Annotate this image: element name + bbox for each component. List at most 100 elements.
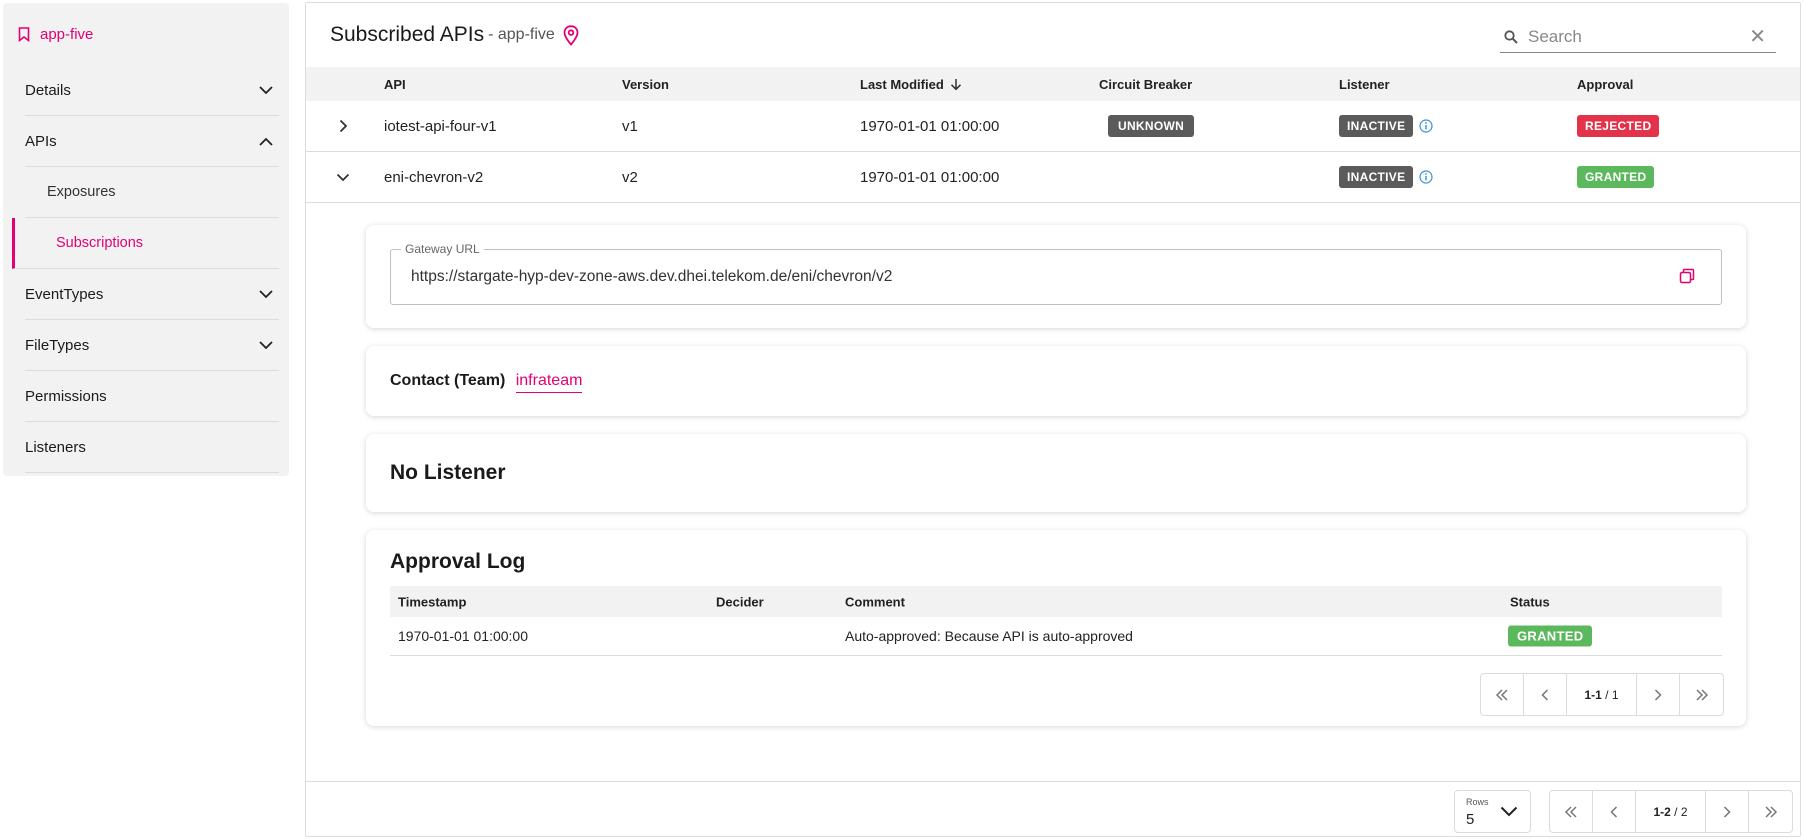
next-page-button[interactable]: [1637, 674, 1680, 715]
double-chevron-left-icon: [1564, 805, 1577, 818]
gateway-url-field[interactable]: Gateway URL https://stargate-hyp-dev-zon…: [390, 242, 1722, 305]
prev-page-button[interactable]: [1524, 674, 1567, 715]
contact-card: Contact (Team) infrateam: [366, 346, 1746, 416]
rows-per-page-select[interactable]: Rows 5: [1454, 790, 1531, 833]
prev-page-button[interactable]: [1593, 791, 1636, 832]
page-header: Subscribed APIs - app-five Search ✕: [306, 3, 1800, 67]
table-row[interactable]: iotest-api-four-v1 v1 1970-01-01 01:00:0…: [306, 101, 1800, 152]
col-timestamp: Timestamp: [398, 594, 467, 609]
chevron-left-icon: [1541, 688, 1549, 701]
collapse-row-icon[interactable]: [336, 170, 350, 184]
page-indicator: 1-2 / 2: [1636, 791, 1706, 832]
col-circuit-breaker[interactable]: Circuit Breaker: [1099, 77, 1192, 92]
sidebar-item-label: EventTypes: [25, 285, 104, 303]
contact-label: Contact (Team): [390, 372, 506, 389]
chevron-right-icon: [1654, 688, 1662, 701]
sidebar-item-label: Exposures: [47, 184, 116, 200]
sidebar-item-filetypes[interactable]: FileTypes: [25, 320, 279, 371]
last-page-button[interactable]: [1749, 791, 1792, 832]
clear-search-icon[interactable]: ✕: [1749, 24, 1766, 49]
sidebar-item-subscriptions[interactable]: Subscriptions: [12, 218, 279, 269]
table-row[interactable]: eni-chevron-v2 v2 1970-01-01 01:00:00 IN…: [306, 152, 1800, 203]
search-input[interactable]: Search: [1528, 27, 1749, 47]
sidebar-item-label: Listeners: [25, 438, 86, 456]
sidebar-item-label: Permissions: [25, 387, 107, 405]
info-icon[interactable]: [1419, 170, 1434, 184]
rows-label: Rows: [1466, 797, 1489, 807]
col-api[interactable]: API: [384, 77, 406, 92]
search-field[interactable]: Search ✕: [1500, 21, 1776, 53]
table-header: API Version Last Modified Circuit Breake…: [306, 67, 1800, 101]
approval-log-header: Timestamp Decider Comment Status: [390, 586, 1722, 617]
copy-icon[interactable]: [1679, 268, 1695, 284]
approval-log-row: 1970-01-01 01:00:00 Auto-approved: Becau…: [390, 617, 1722, 656]
col-last-modified-label: Last Modified: [860, 76, 944, 92]
main-panel: Subscribed APIs - app-five Search ✕ API …: [305, 2, 1801, 837]
sidebar-item-permissions[interactable]: Permissions: [25, 371, 279, 422]
last-page-button[interactable]: [1680, 674, 1723, 715]
search-icon: [1504, 29, 1518, 44]
app-link[interactable]: app-five: [3, 3, 289, 65]
page-total: 1: [1611, 687, 1619, 702]
sidebar-item-label: Details: [25, 81, 71, 99]
col-approval[interactable]: Approval: [1577, 77, 1633, 92]
next-page-button[interactable]: [1706, 791, 1749, 832]
arrow-down-icon: [950, 78, 961, 90]
page-current: 1-2: [1653, 804, 1671, 819]
sidebar-item-label: APIs: [25, 132, 57, 150]
location-pin-icon[interactable]: [563, 24, 579, 46]
log-timestamp: 1970-01-01 01:00:00: [398, 628, 528, 644]
col-decider: Decider: [716, 594, 764, 609]
approval-log-heading: Approval Log: [390, 550, 526, 573]
gateway-card: Gateway URL https://stargate-hyp-dev-zon…: [366, 225, 1746, 328]
chevron-up-icon: [259, 137, 273, 146]
col-last-modified[interactable]: Last Modified: [860, 77, 962, 92]
chevron-down-icon: [259, 85, 273, 94]
sidebar-item-eventtypes[interactable]: EventTypes: [25, 269, 279, 320]
expand-row-icon[interactable]: [336, 119, 350, 133]
page-indicator: 1-1 / 1: [1567, 674, 1637, 715]
listener-card: No Listener: [366, 434, 1746, 512]
rows-value: 5: [1466, 811, 1475, 828]
double-chevron-left-icon: [1495, 688, 1508, 701]
table-footer: Rows 5 1-2 / 2: [306, 781, 1800, 836]
sidebar-item-details[interactable]: Details: [25, 65, 279, 116]
page-title: Subscribed APIs: [330, 23, 485, 46]
cell-version: v1: [622, 117, 638, 135]
approval-badge: REJECTED: [1577, 115, 1660, 137]
bookmark-icon: [18, 26, 30, 42]
chevron-down-icon: [259, 340, 273, 349]
listener-badge: INACTIVE: [1339, 166, 1414, 188]
page-current: 1-1: [1584, 687, 1602, 702]
chevron-right-icon: [1723, 805, 1731, 818]
table-pagination: 1-2 / 2: [1549, 790, 1793, 833]
chevron-left-icon: [1610, 805, 1618, 818]
double-chevron-right-icon: [1695, 688, 1708, 701]
page-total: 2: [1680, 804, 1688, 819]
sidebar-item-exposures[interactable]: Exposures: [25, 167, 279, 218]
col-status: Status: [1510, 594, 1550, 609]
first-page-button[interactable]: [1550, 791, 1593, 832]
gateway-url-value[interactable]: https://stargate-hyp-dev-zone-aws.dev.dh…: [411, 268, 892, 286]
page-subtitle: - app-five: [488, 26, 555, 43]
sidebar-item-label: Subscriptions: [56, 235, 144, 251]
double-chevron-right-icon: [1764, 805, 1777, 818]
sidebar-item-apis[interactable]: APIs: [25, 116, 279, 167]
gateway-url-label: Gateway URL: [401, 242, 484, 256]
sidebar: app-five Details APIs Exposures Subscrip…: [3, 3, 289, 476]
col-listener[interactable]: Listener: [1339, 77, 1390, 92]
log-status-badge: GRANTED: [1508, 625, 1593, 647]
cell-version: v2: [622, 168, 638, 186]
approval-badge: GRANTED: [1577, 166, 1655, 188]
col-version[interactable]: Version: [622, 77, 669, 92]
contact-team-link[interactable]: infrateam: [515, 372, 583, 393]
circuit-breaker-badge: UNKNOWN: [1108, 115, 1195, 137]
info-icon[interactable]: [1419, 119, 1434, 133]
cell-last-modified: 1970-01-01 01:00:00: [860, 168, 1000, 186]
cell-api: eni-chevron-v2: [384, 168, 484, 186]
approval-log-pagination: 1-1 / 1: [1480, 673, 1724, 716]
log-comment: Auto-approved: Because API is auto-appro…: [845, 628, 1133, 644]
sidebar-item-listeners[interactable]: Listeners: [25, 422, 279, 473]
first-page-button[interactable]: [1481, 674, 1524, 715]
listener-badge: INACTIVE: [1339, 115, 1414, 137]
